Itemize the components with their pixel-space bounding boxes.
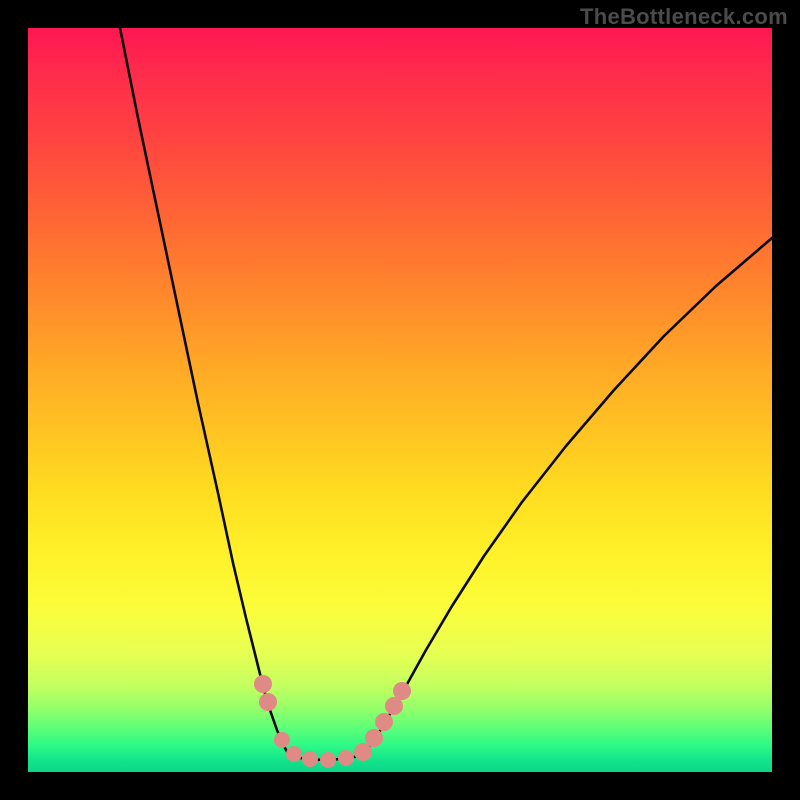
marker-dot: [254, 675, 272, 693]
curve-layer: [28, 28, 772, 772]
marker-dot: [274, 732, 290, 748]
marker-dot: [286, 746, 302, 762]
chart-frame: TheBottleneck.com: [0, 0, 800, 800]
curve-right-branch: [360, 238, 772, 756]
plot-area: [28, 28, 772, 772]
highlight-markers: [254, 675, 411, 768]
marker-dot: [302, 751, 318, 767]
marker-dot: [365, 729, 383, 747]
curve-left-branch: [120, 28, 290, 756]
marker-dot: [259, 693, 277, 711]
marker-dot: [354, 743, 372, 761]
watermark-text: TheBottleneck.com: [580, 4, 788, 30]
marker-dot: [375, 713, 393, 731]
marker-dot: [338, 750, 354, 766]
marker-dot: [320, 752, 336, 768]
marker-dot: [393, 682, 411, 700]
